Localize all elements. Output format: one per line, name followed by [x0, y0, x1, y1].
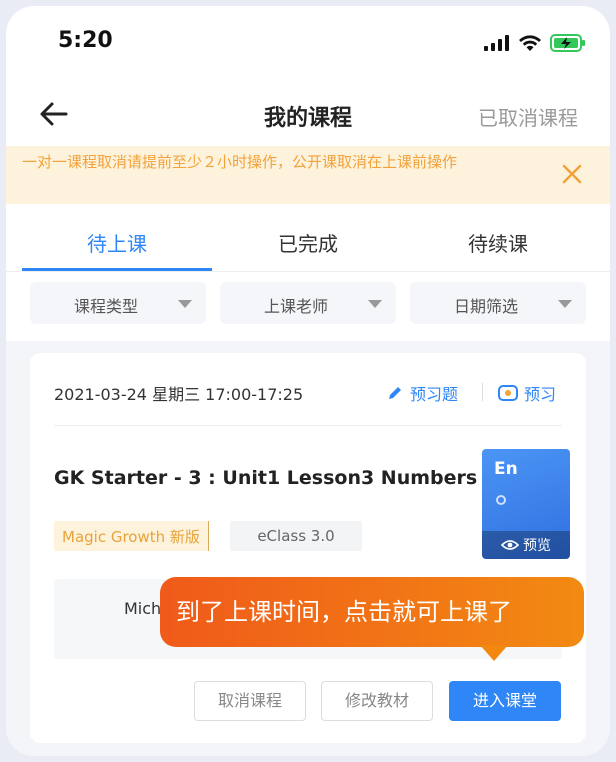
pencil-icon	[389, 387, 401, 399]
preview-label: 预习	[524, 385, 557, 404]
thumbnail-logo: En	[494, 459, 518, 479]
filter-label: 日期筛选	[454, 297, 519, 316]
course-tabs: 待上课 已完成 待续课	[6, 204, 610, 272]
filter-label: 课程类型	[74, 297, 139, 316]
thumbnail-preview-label: 预览	[523, 538, 551, 554]
divider	[54, 425, 562, 426]
nav-bar: 我的课程 已取消课程	[6, 78, 610, 148]
filter-teacher[interactable]: 上课老师	[220, 282, 396, 324]
thumbnail-decoration	[496, 495, 506, 505]
change-material-button[interactable]: 修改教材	[321, 681, 433, 721]
filter-date[interactable]: 日期筛选	[410, 282, 586, 324]
enter-classroom-button[interactable]: 进入课堂	[449, 681, 561, 721]
status-icons	[484, 34, 586, 52]
wifi-icon	[519, 34, 541, 51]
divider	[482, 383, 483, 401]
notice-banner: 一对一课程取消请提前至少２小时操作，公开课取消在上课前操作	[6, 146, 610, 204]
filter-bar: 课程类型 上课老师 日期筛选	[6, 273, 610, 341]
battery-charging-icon	[550, 34, 585, 52]
teacher-name: Mich	[124, 599, 162, 618]
phone-screen: 5:20 我的课程 已取消课程 一对一课程取消请提前至少２小时操作，公开课取消在…	[6, 6, 610, 756]
close-icon[interactable]	[558, 160, 586, 188]
tooltip-arrow	[480, 645, 508, 661]
status-bar: 5:20	[6, 6, 610, 78]
textbook-thumbnail[interactable]: En 预览	[482, 449, 570, 559]
filter-course-type[interactable]: 课程类型	[30, 282, 206, 324]
preview-questions-label: 预习题	[410, 385, 459, 404]
class-time-tooltip: 到了上课时间，点击就可上课了	[160, 577, 584, 647]
preview-questions-button[interactable]: 预习题	[386, 381, 458, 405]
preview-button[interactable]: 预习	[498, 381, 556, 405]
video-icon	[498, 385, 518, 401]
chevron-down-icon	[368, 300, 382, 308]
tab-active-indicator	[22, 268, 212, 271]
chevron-down-icon	[178, 300, 192, 308]
platform-tag: eClass 3.0	[230, 521, 362, 551]
eye-icon	[501, 540, 519, 550]
series-tag: Magic Growth 新版	[54, 521, 209, 551]
notice-text: 一对一课程取消请提前至少２小时操作，公开课取消在上课前操作	[22, 153, 458, 171]
signal-icon	[484, 35, 509, 51]
tab-upcoming[interactable]: 待上课	[22, 228, 212, 257]
lesson-card: 2021-03-24 星期三 17:00-17:25 预习题 预习 GK Sta…	[30, 353, 586, 743]
thumbnail-preview-bar: 预览	[482, 531, 570, 559]
course-title: GK Starter - 3 : Unit1 Lesson3 Numbers	[54, 467, 478, 489]
lesson-datetime: 2021-03-24 星期三 17:00-17:25	[54, 385, 304, 404]
tab-renewal[interactable]: 待续课	[403, 228, 593, 257]
status-time: 5:20	[58, 28, 113, 53]
cancel-course-button[interactable]: 取消课程	[194, 681, 306, 721]
course-list: 2021-03-24 星期三 17:00-17:25 预习题 预习 GK Sta…	[6, 341, 610, 756]
tab-completed[interactable]: 已完成	[213, 228, 403, 257]
cancelled-courses-link[interactable]: 已取消课程	[478, 102, 578, 131]
filter-label: 上课老师	[264, 297, 329, 316]
chevron-down-icon	[558, 300, 572, 308]
